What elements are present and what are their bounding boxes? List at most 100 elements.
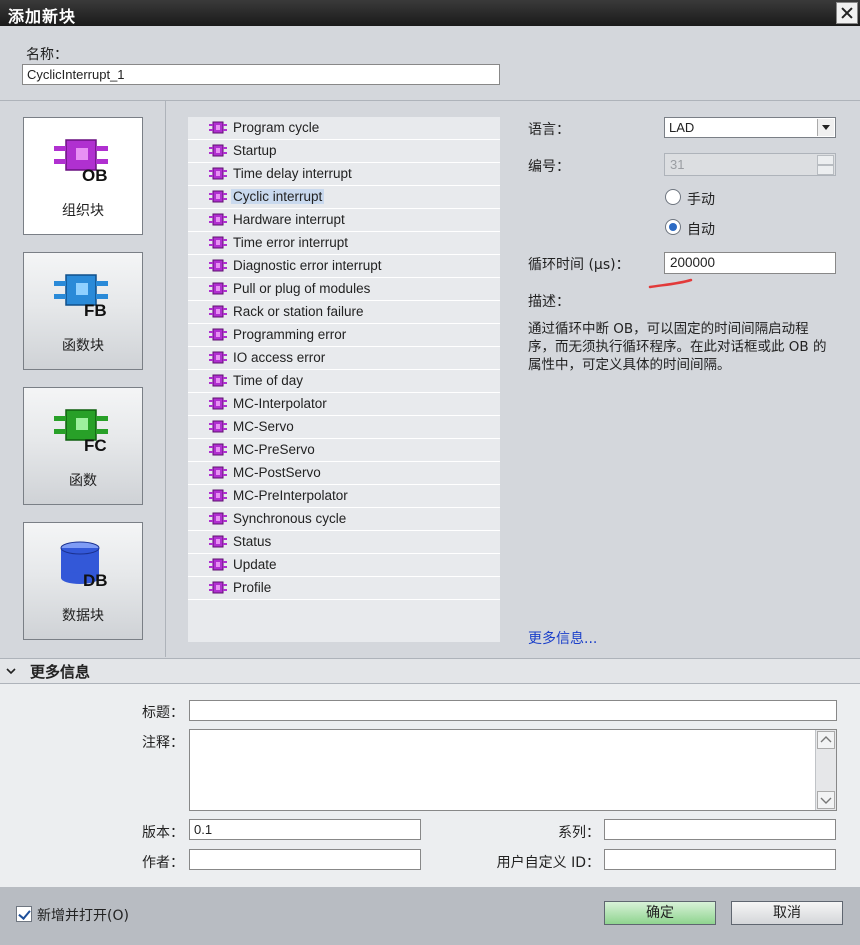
db-database-icon: DB [60,541,108,589]
manual-radio[interactable] [665,189,681,205]
ob-block-icon [209,581,227,594]
ob-type-item[interactable]: MC-PostServo [188,462,500,485]
ob-block-icon [209,144,227,157]
ob-type-item[interactable]: Profile [188,577,500,600]
add-and-open-label: 新增并打开(O) [37,908,129,924]
ob-type-item[interactable]: Program cycle [188,117,500,140]
ob-type-label: Time of day [233,373,304,388]
language-select[interactable]: LAD [664,117,836,138]
ob-type-item[interactable]: Synchronous cycle [188,508,500,531]
scroll-up-icon[interactable] [817,731,835,749]
more-info-link[interactable]: 更多信息... [528,628,597,648]
ob-block-icon [209,328,227,341]
ob-block-icon [209,236,227,249]
ob-block-icon [209,420,227,433]
ob-type-item[interactable]: Update [188,554,500,577]
ob-block-icon [209,397,227,410]
ob-type-label: MC-Interpolator [233,396,327,411]
fc-block-icon: FC [54,409,108,454]
ob-type-item[interactable]: MC-PreInterpolator [188,485,500,508]
name-input[interactable]: CyclicInterrupt_1 [22,64,500,85]
ob-type-label: Synchronous cycle [233,511,347,526]
ob-type-item[interactable]: Hardware interrupt [188,209,500,232]
user-id-label: 用户自定义 ID： [496,855,600,871]
cycle-time-label: 循环时间 (μs)： [528,257,630,273]
more-info-title: 更多信息 [30,663,91,681]
ob-type-label: Pull or plug of modules [233,281,371,296]
user-id-input[interactable] [604,849,836,870]
ob-block-icon [209,512,227,525]
ob-type-item[interactable]: Programming error [188,324,500,347]
ob-type-item[interactable]: Time delay interrupt [188,163,500,186]
ob-type-item[interactable]: MC-Servo [188,416,500,439]
ob-type-item[interactable]: Status [188,531,500,554]
ob-type-item[interactable]: Time of day [188,370,500,393]
ob-type-label: Programming error [233,327,347,342]
family-label: 系列： [558,825,600,841]
auto-radio[interactable] [665,219,681,235]
author-input[interactable] [189,849,421,870]
ob-type-item[interactable]: Cyclic interrupt [188,186,500,209]
add-and-open-checkbox[interactable] [16,906,32,922]
ob-block-icon [209,121,227,134]
ob-type-item[interactable]: Pull or plug of modules [188,278,500,301]
ob-type-label: MC-PostServo [233,465,321,480]
number-value: 31 [670,157,685,172]
ob-block-icon [209,351,227,364]
description-label: 描述： [528,294,570,310]
ob-type-item[interactable]: Startup [188,140,500,163]
close-icon[interactable] [836,2,858,24]
red-annotation-mark [648,278,693,289]
window-title: 添加新块 [8,7,77,26]
family-input[interactable] [604,819,836,840]
ob-type-label: Diagnostic error interrupt [233,258,382,273]
cycle-time-input[interactable]: 200000 [664,252,836,274]
cancel-button[interactable]: 取消 [731,901,843,925]
description-text: 通过循环中断 OB，可以固定的时间间隔启动程序，而无须执行循环程序。在此对话框或… [528,321,827,373]
language-label: 语言： [528,122,570,138]
version-input[interactable]: 0.1 [189,819,421,840]
fb-block-button[interactable]: FB 函数块 [23,252,143,370]
ob-type-list: Program cycle Startup Time delay interrupt… [188,117,500,642]
fb-block-icon: FB [54,274,108,319]
scroll-down-icon[interactable] [817,791,835,809]
more-info-header[interactable]: 更多信息 [0,658,860,684]
ob-type-item[interactable]: Diagnostic error interrupt [188,255,500,278]
title-label: 标题： [142,705,184,721]
ob-block-icon: OB [54,139,108,184]
ob-type-label: Program cycle [233,120,320,135]
comment-textarea[interactable] [189,729,837,811]
ob-block-label: 组织块 [62,203,104,219]
ob-block-icon [209,558,227,571]
ob-type-item[interactable]: MC-Interpolator [188,393,500,416]
comment-scrollbar[interactable] [815,730,836,810]
ob-block-icon [209,282,227,295]
svg-text:OB: OB [82,166,108,184]
ob-block-icon [209,535,227,548]
svg-text:FC: FC [84,436,107,454]
ob-block-icon [209,466,227,479]
ob-block-icon [209,374,227,387]
ob-block-icon [209,259,227,272]
ob-type-label: IO access error [233,350,326,365]
title-input[interactable] [189,700,837,721]
ob-type-item[interactable]: MC-PreServo [188,439,500,462]
ob-type-item[interactable]: Rack or station failure [188,301,500,324]
fc-block-button[interactable]: FC 函数 [23,387,143,505]
ob-type-item[interactable]: Time error interrupt [188,232,500,255]
number-label: 编号： [528,159,570,175]
ob-type-label: MC-PreInterpolator [233,488,348,503]
chevron-down-icon[interactable] [6,666,16,676]
ok-button[interactable]: 确定 [604,901,716,925]
ob-block-icon [209,305,227,318]
title-bar: 添加新块 [0,0,860,26]
language-value: LAD [669,120,695,135]
ob-type-item[interactable]: IO access error [188,347,500,370]
db-block-label: 数据块 [62,608,104,624]
manual-radio-label: 手动 [687,192,715,208]
db-block-button[interactable]: DB 数据块 [23,522,143,640]
version-label: 版本： [142,825,184,841]
chevron-down-icon[interactable] [817,119,834,136]
ob-block-button[interactable]: OB 组织块 [23,117,143,235]
ob-type-label: Profile [233,580,272,595]
